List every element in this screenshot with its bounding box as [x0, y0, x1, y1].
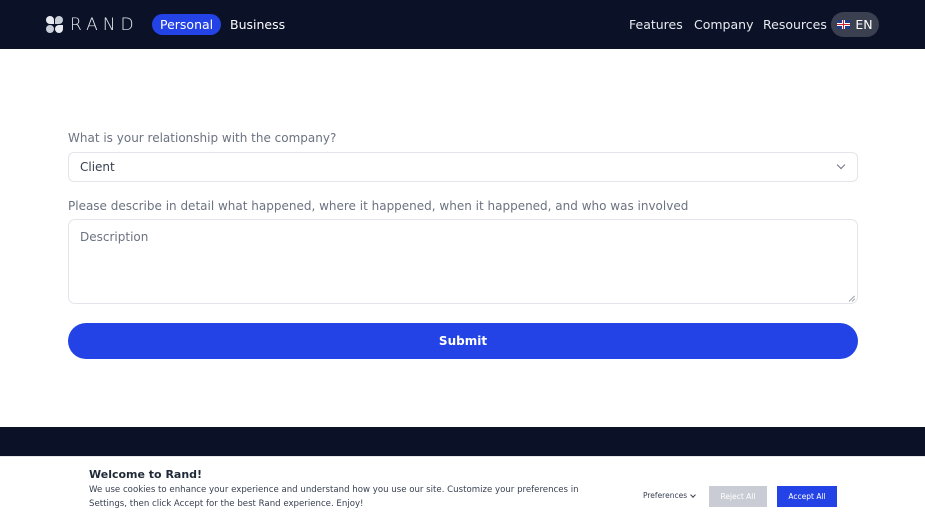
top-navbar: RAND Personal Business Features Company … — [0, 0, 925, 49]
rand-logo-icon — [46, 16, 64, 33]
chevron-down-icon — [690, 491, 696, 498]
preferences-label: Preferences — [643, 491, 688, 500]
language-label: EN — [855, 17, 873, 32]
nav-link-features[interactable]: Features — [629, 14, 683, 35]
uk-flag-icon — [837, 20, 851, 29]
logo-wordmark: RAND — [70, 14, 139, 35]
relationship-select[interactable]: Client — [68, 152, 858, 182]
cookie-banner-title: Welcome to Rand! — [89, 468, 203, 481]
rand-logo[interactable]: RAND — [46, 14, 139, 35]
reject-all-button[interactable]: Reject All — [709, 486, 767, 507]
relationship-question-label: What is your relationship with the compa… — [68, 131, 337, 145]
language-selector[interactable]: EN — [831, 12, 879, 37]
cookie-banner-text: We use cookies to enhance your experienc… — [89, 485, 579, 509]
preferences-toggle[interactable]: Preferences — [643, 491, 696, 500]
submit-button[interactable]: Submit — [68, 323, 858, 359]
tab-personal[interactable]: Personal — [152, 14, 222, 35]
relationship-select-value: Client — [80, 160, 115, 174]
nav-link-company[interactable]: Company — [694, 14, 753, 35]
chevron-down-icon — [836, 160, 846, 170]
description-question-label: Please describe in detail what happened,… — [68, 199, 689, 213]
nav-link-resources[interactable]: Resources — [763, 14, 827, 35]
description-textarea[interactable] — [68, 219, 858, 304]
accept-all-button[interactable]: Accept All — [777, 486, 837, 507]
cookie-banner: Welcome to Rand! We use cookies to enhan… — [0, 456, 925, 520]
tab-business[interactable]: Business — [222, 14, 293, 35]
resize-handle-icon[interactable] — [848, 295, 856, 302]
